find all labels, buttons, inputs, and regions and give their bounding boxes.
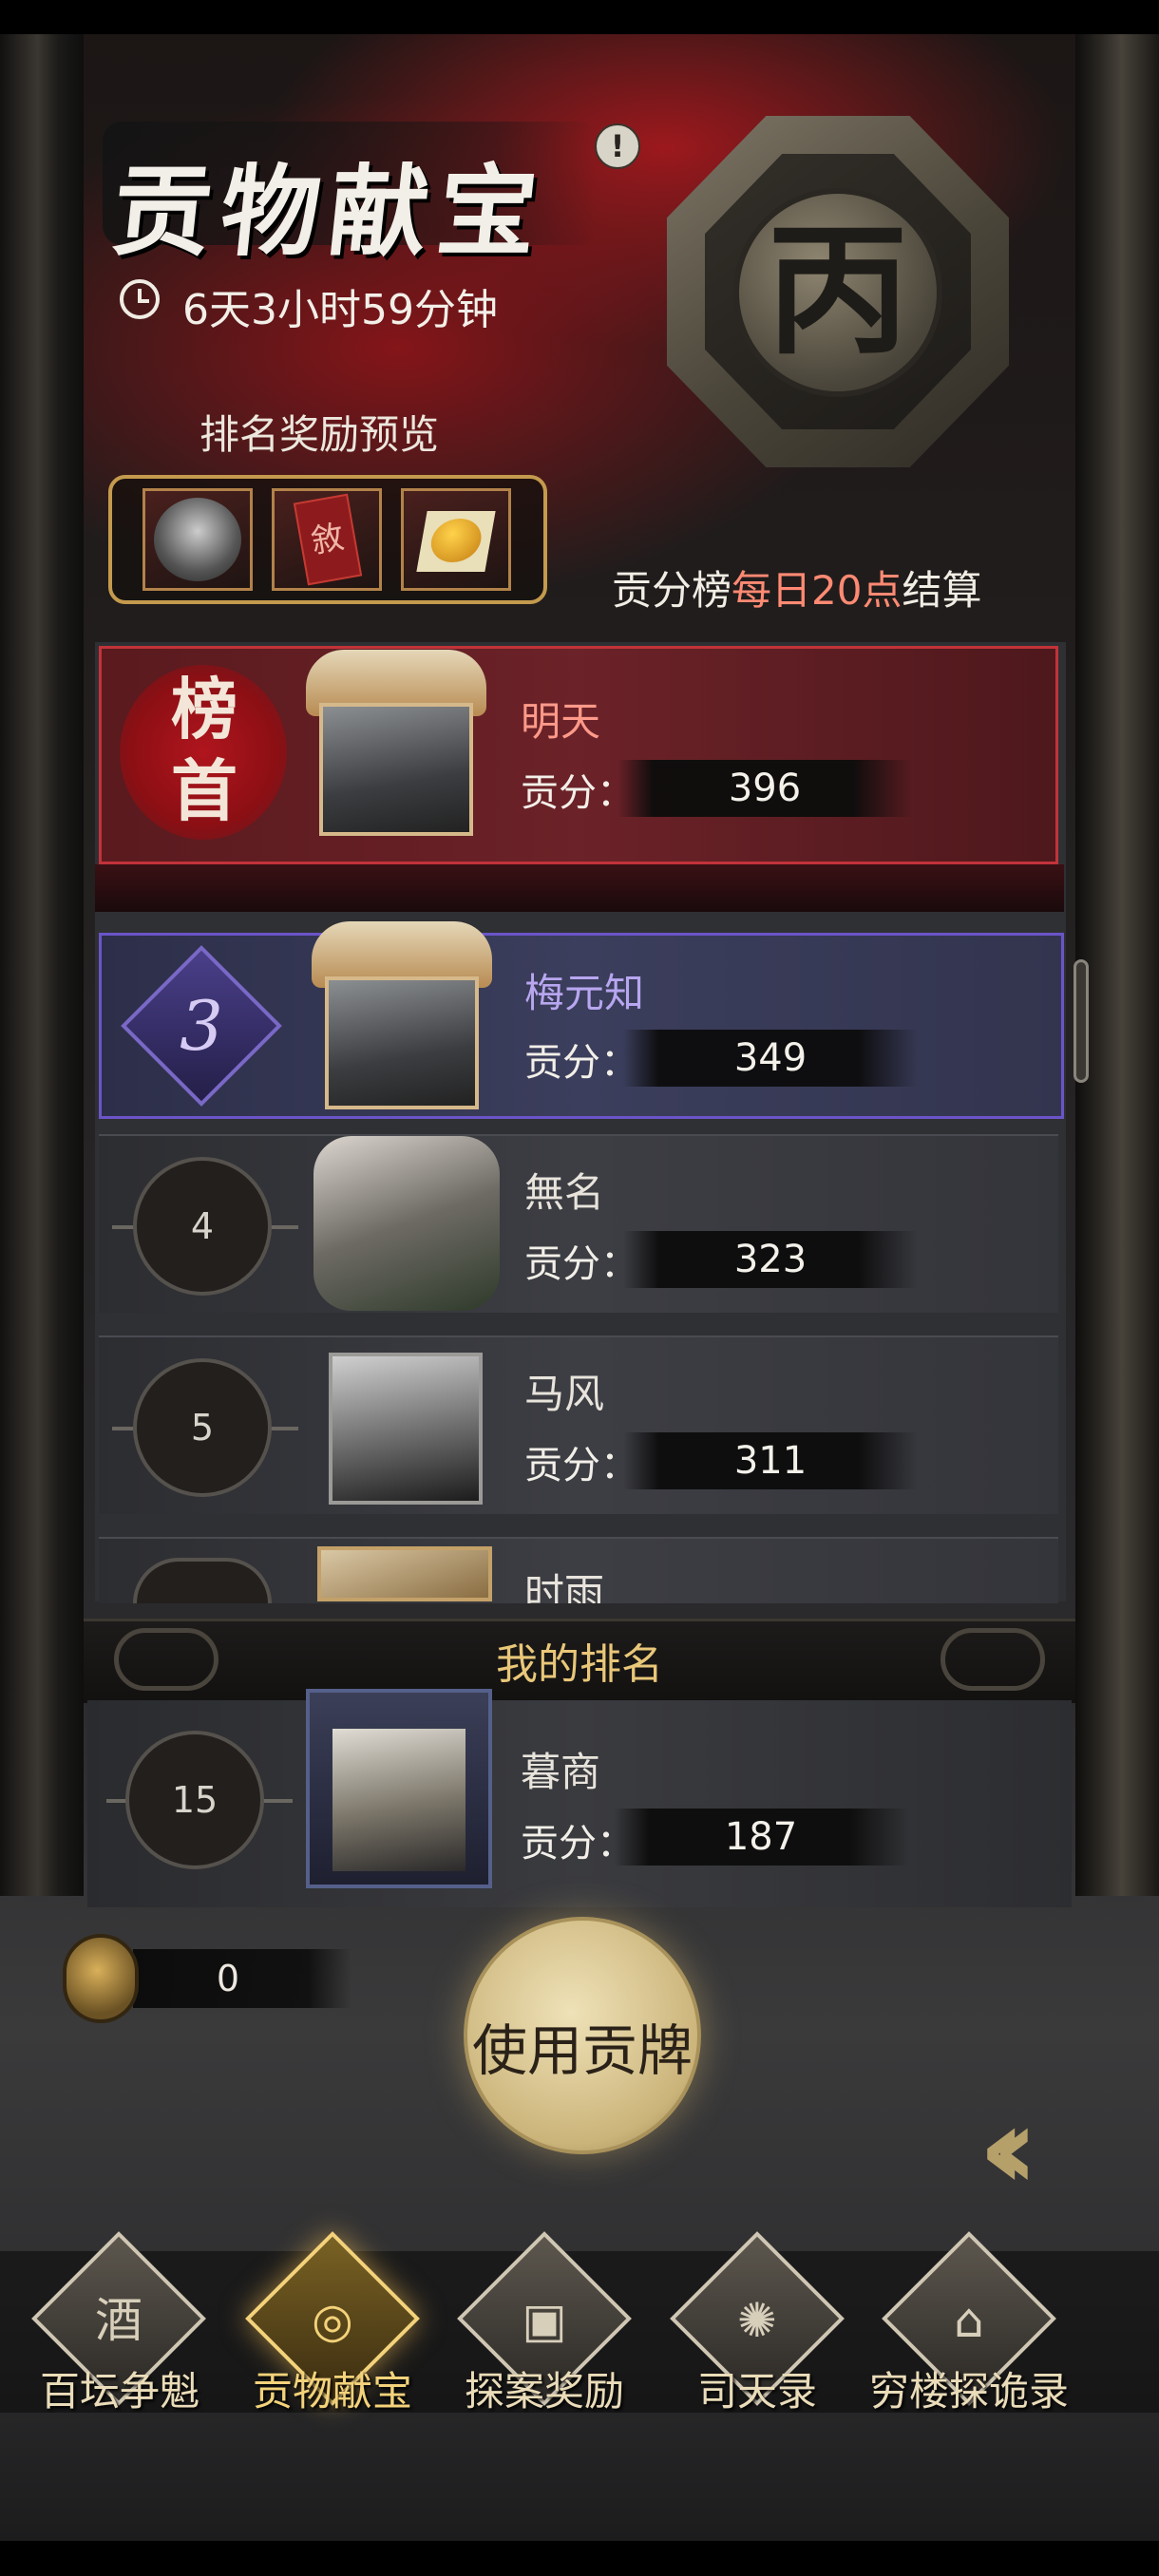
portrait-frame-icon xyxy=(154,498,241,581)
countdown-timer: 6天3小时59分钟 xyxy=(182,286,498,334)
score-value: 349 xyxy=(733,1036,808,1080)
nav-item-label[interactable]: 贡物献宝 xyxy=(228,2359,437,2417)
avatar[interactable] xyxy=(325,976,479,1109)
player-name: 明天 xyxy=(521,698,601,745)
nav-item-label[interactable]: 司天录 xyxy=(653,2359,862,2417)
player-name: 时雨 xyxy=(524,1570,605,1603)
avatar[interactable] xyxy=(314,1136,500,1311)
score-label: 贡分： xyxy=(524,1444,638,1487)
chest-icon: ▣ xyxy=(522,2293,567,2348)
info-icon[interactable]: ! xyxy=(595,123,640,169)
status-bar xyxy=(0,0,1159,34)
avatar[interactable] xyxy=(317,1546,492,1601)
avatar[interactable] xyxy=(319,703,473,836)
coin-pavilion-icon: ◎ xyxy=(312,2293,353,2348)
score-value: 187 xyxy=(724,1815,798,1859)
left-pillar xyxy=(0,34,84,1896)
score-value: 323 xyxy=(733,1238,808,1281)
first-row-divider xyxy=(95,864,1064,912)
astrolabe-icon: ✺ xyxy=(737,2293,777,2348)
player-name: 無名 xyxy=(524,1169,605,1216)
nav-item-label[interactable]: 穷楼探诡录 xyxy=(864,2359,1074,2417)
token-count: 0 xyxy=(216,1958,240,1999)
use-token-button-label: 使用贡牌 xyxy=(471,2018,693,2083)
settlement-time: 每日20点 xyxy=(732,567,902,614)
score-value: 396 xyxy=(728,767,802,810)
tribute-token-icon xyxy=(63,1934,139,2023)
emblem-medallion: 丙 xyxy=(733,188,942,397)
avatar[interactable] xyxy=(332,1729,466,1871)
player-name: 暮商 xyxy=(521,1749,601,1795)
score-value: 311 xyxy=(733,1439,808,1483)
my-rank-title: 我的排名 xyxy=(496,1640,663,1689)
jar-icon: 酒 xyxy=(95,2293,142,2348)
clock-icon xyxy=(120,279,160,319)
score-label: 贡分： xyxy=(524,1242,638,1286)
nav-item-label[interactable]: 百坛争魁 xyxy=(15,2359,224,2417)
score-label: 贡分： xyxy=(524,1041,638,1085)
avatar[interactable] xyxy=(329,1353,483,1505)
player-name: 马风 xyxy=(524,1371,605,1417)
reward-preview-title: 排名奖励预览 xyxy=(200,411,440,458)
rank-medal: 15 xyxy=(125,1731,264,1869)
player-name: 梅元知 xyxy=(524,970,645,1016)
rank-medal xyxy=(133,1558,272,1603)
settlement-notice: 贡分榜每日20点结算 xyxy=(612,567,982,614)
page-title: 贡物献宝 xyxy=(106,153,553,270)
gold-ingots-icon xyxy=(416,511,496,572)
rank-medal: 5 xyxy=(133,1358,272,1497)
rank-medal: 4 xyxy=(133,1157,272,1296)
tower-icon: ⌂ xyxy=(954,2293,984,2348)
back-arrows-icon[interactable]: ‹‹ xyxy=(978,2093,1140,2207)
nav-item-label[interactable]: 探案奖励 xyxy=(440,2359,649,2417)
rank-number: 3 xyxy=(180,986,223,1066)
scrollbar-thumb[interactable] xyxy=(1074,959,1089,1083)
gesture-bar xyxy=(0,2541,1159,2576)
first-place-badge-text: 榜首 xyxy=(171,670,238,830)
